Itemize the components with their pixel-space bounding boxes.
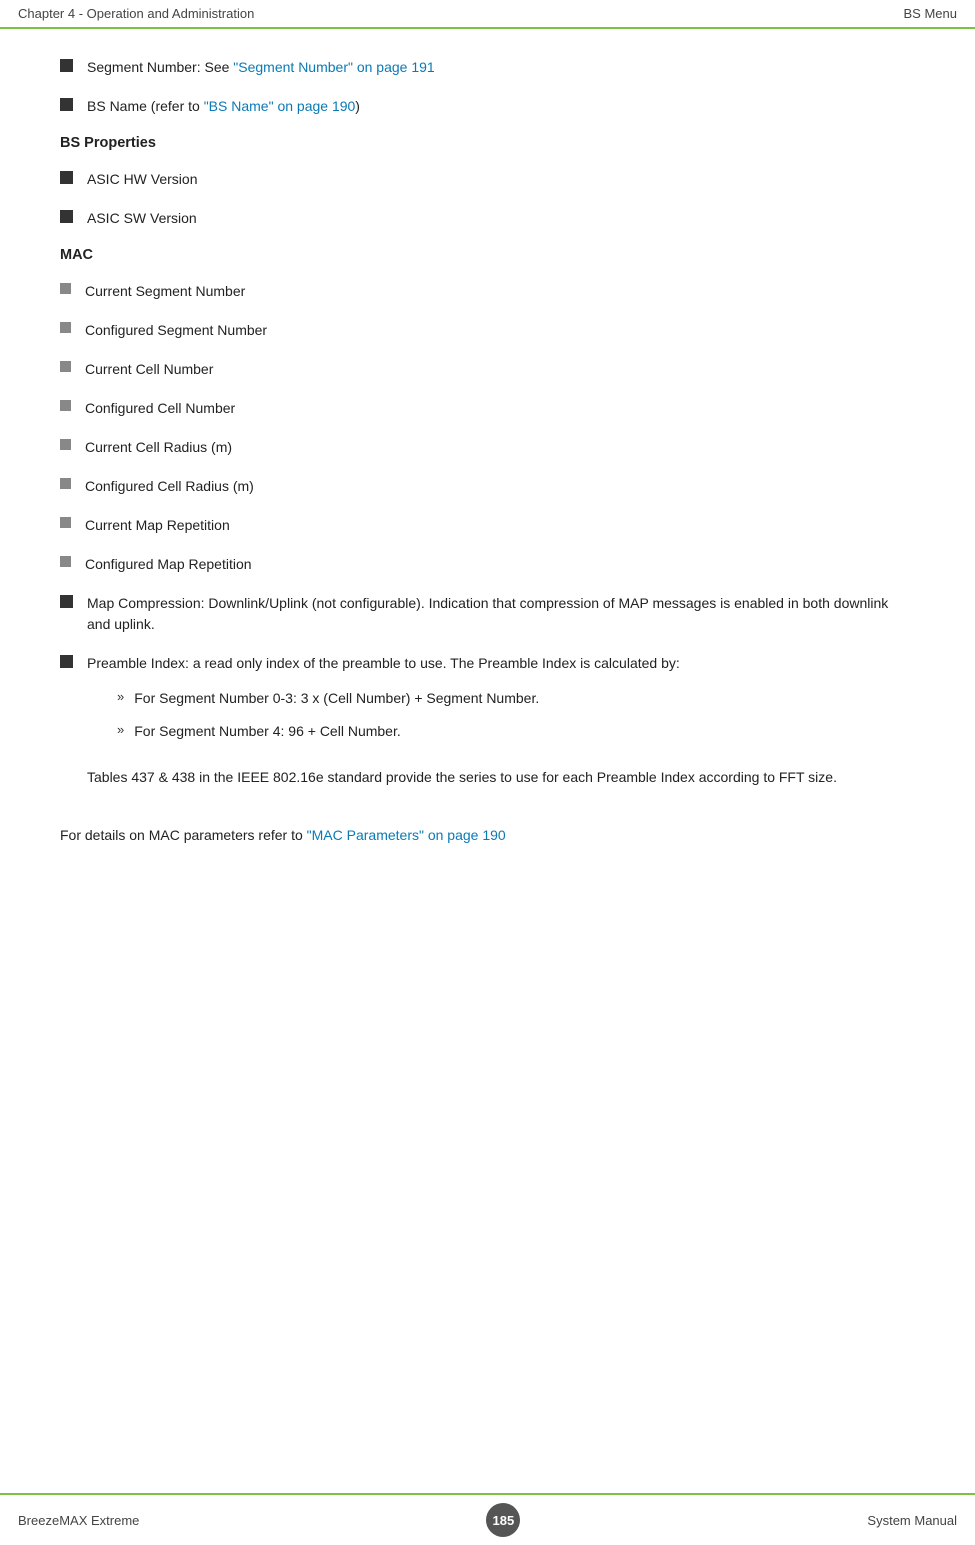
list-item: Configured Cell Radius (m) [60, 476, 915, 497]
mac-refer-text-before: For details on MAC parameters refer to [60, 827, 307, 843]
bullet-text: Configured Cell Radius (m) [85, 476, 254, 497]
footer-left: BreezeMAX Extreme [18, 1513, 139, 1528]
bs-name-text-before: BS Name (refer to [87, 98, 204, 114]
preamble-paragraph: Tables 437 & 438 in the IEEE 802.16e sta… [87, 766, 837, 788]
mac-heading: MAC [60, 247, 915, 263]
main-content: Segment Number: See "Segment Number" on … [0, 29, 975, 925]
footer-right: System Manual [867, 1513, 957, 1528]
header-bar: Chapter 4 - Operation and Administration… [0, 0, 975, 29]
bullet-icon [60, 517, 71, 528]
list-item: Preamble Index: a read only index of the… [60, 653, 915, 806]
bullet-icon [60, 556, 71, 567]
bullet-icon [60, 478, 71, 489]
sub-list-item: » For Segment Number 4: 96 + Cell Number… [87, 721, 837, 742]
list-item: ASIC HW Version [60, 169, 915, 190]
bullet-text: Current Cell Radius (m) [85, 437, 232, 458]
sub-list-item: » For Segment Number 0-3: 3 x (Cell Numb… [87, 688, 837, 709]
list-item: Current Cell Radius (m) [60, 437, 915, 458]
list-item: Current Cell Number [60, 359, 915, 380]
arrow-icon: » [117, 722, 124, 737]
list-item: BS Name (refer to "BS Name" on page 190) [60, 96, 915, 117]
footer-bar: BreezeMAX Extreme 185 System Manual [0, 1493, 975, 1545]
bullet-text: ASIC HW Version [87, 169, 197, 190]
list-item: ASIC SW Version [60, 208, 915, 229]
page-number-badge: 185 [486, 1503, 520, 1537]
arrow-icon: » [117, 689, 124, 704]
list-item: Configured Map Repetition [60, 554, 915, 575]
bullet-text: ASIC SW Version [87, 208, 197, 229]
segment-number-link[interactable]: "Segment Number" on page 191 [233, 59, 434, 75]
bs-name-link[interactable]: "BS Name" on page 190 [204, 98, 356, 114]
bullet-icon [60, 59, 73, 72]
bullet-text: Segment Number: See "Segment Number" on … [87, 57, 435, 78]
bullet-text: Current Cell Number [85, 359, 213, 380]
mac-refer-link[interactable]: "MAC Parameters" on page 190 [307, 827, 506, 843]
list-item: Configured Segment Number [60, 320, 915, 341]
bullet-text: BS Name (refer to "BS Name" on page 190) [87, 96, 360, 117]
sub-bullet-text: For Segment Number 4: 96 + Cell Number. [134, 721, 401, 742]
bullet-icon [60, 595, 73, 608]
bullet-icon [60, 400, 71, 411]
bullet-icon [60, 322, 71, 333]
bullet-icon [60, 439, 71, 450]
bullet-text: Configured Segment Number [85, 320, 267, 341]
header-left: Chapter 4 - Operation and Administration [18, 6, 254, 21]
list-item: Current Segment Number [60, 281, 915, 302]
bullet-icon [60, 171, 73, 184]
list-item: Map Compression: Downlink/Uplink (not co… [60, 593, 915, 635]
bullet-icon [60, 98, 73, 111]
bullet-icon [60, 655, 73, 668]
list-item: Segment Number: See "Segment Number" on … [60, 57, 915, 78]
sub-bullet-text: For Segment Number 0-3: 3 x (Cell Number… [134, 688, 539, 709]
mac-refer-paragraph: For details on MAC parameters refer to "… [60, 824, 915, 846]
bullet-icon [60, 283, 71, 294]
bullet-text: Configured Cell Number [85, 398, 235, 419]
list-item: Current Map Repetition [60, 515, 915, 536]
bullet-text: Current Segment Number [85, 281, 245, 302]
segment-number-text-before: Segment Number: See [87, 59, 233, 75]
bullet-text: Preamble Index: a read only index of the… [87, 653, 837, 674]
bullet-text: Current Map Repetition [85, 515, 230, 536]
bullet-text: Map Compression: Downlink/Uplink (not co… [87, 593, 915, 635]
bs-name-text-after: ) [355, 98, 360, 114]
list-item: Configured Cell Number [60, 398, 915, 419]
bullet-icon [60, 210, 73, 223]
bullet-icon [60, 361, 71, 372]
bullet-text: Configured Map Repetition [85, 554, 252, 575]
header-right: BS Menu [904, 6, 957, 21]
bs-properties-heading: BS Properties [60, 135, 915, 151]
